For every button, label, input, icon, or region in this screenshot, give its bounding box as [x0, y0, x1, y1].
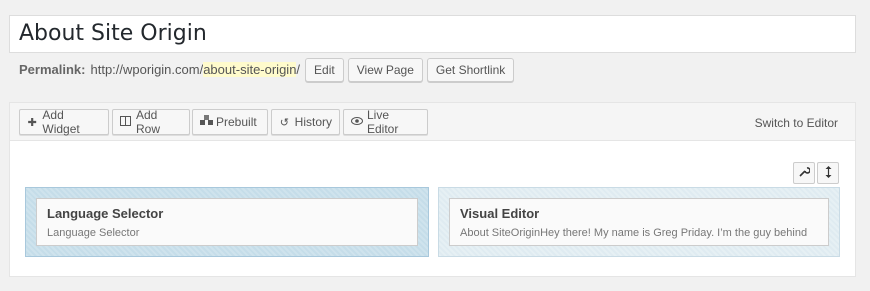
widget-description: Language Selector [47, 227, 140, 239]
widget-language-selector[interactable]: Language Selector Language Selector [36, 198, 418, 246]
layers-icon [200, 115, 213, 129]
widget-visual-editor[interactable]: Visual Editor About SiteOriginHey there!… [449, 198, 829, 246]
widget-title: Language Selector [47, 206, 164, 221]
history-label: History [294, 115, 332, 129]
permalink-label: Permalink: [19, 62, 86, 77]
row-move-button[interactable] [817, 162, 839, 184]
page-builder-toolbar: ✚ Add Widget Add Row Prebuilt ↺ History … [10, 103, 855, 141]
widget-description: About SiteOriginHey there! My name is Gr… [460, 227, 808, 239]
row-cell-1[interactable]: Language Selector Language Selector [25, 187, 429, 257]
row-tools [791, 162, 839, 184]
add-widget-label: Add Widget [42, 108, 80, 136]
live-editor-label: Live Editor [367, 108, 399, 136]
edit-permalink-button[interactable]: Edit [305, 57, 344, 82]
undo-icon: ↺ [279, 116, 289, 129]
switch-to-editor-link[interactable]: Switch to Editor [755, 116, 838, 130]
view-page-button[interactable]: View Page [347, 57, 423, 82]
wrench-icon [798, 166, 811, 180]
add-row-label: Add Row [136, 108, 161, 136]
live-editor-button[interactable]: Live Editor [343, 108, 428, 136]
widget-title: Visual Editor [460, 206, 540, 221]
eye-icon [351, 116, 363, 128]
columns-icon [120, 115, 131, 129]
row-cell-2[interactable]: Visual Editor About SiteOriginHey there!… [438, 187, 840, 257]
add-widget-button[interactable]: ✚ Add Widget [19, 108, 109, 136]
permalink-slug[interactable]: about-site-origin [203, 62, 297, 77]
prebuilt-button[interactable]: Prebuilt [192, 109, 268, 135]
get-shortlink-button[interactable]: Get Shortlink [426, 57, 515, 82]
prebuilt-label: Prebuilt [216, 115, 257, 129]
plus-icon: ✚ [27, 116, 37, 129]
page-builder-panel: ✚ Add Widget Add Row Prebuilt ↺ History … [9, 102, 856, 277]
history-button[interactable]: ↺ History [271, 109, 340, 135]
permalink-trailing-slash: / [296, 62, 301, 77]
vertical-arrows-icon [825, 165, 832, 181]
permalink-row: Permalink: http://wporigin.com/about-sit… [19, 57, 515, 82]
permalink-base-url: http://wporigin.com/ [90, 62, 204, 77]
add-row-button[interactable]: Add Row [112, 108, 190, 136]
row-settings-button[interactable] [793, 162, 815, 184]
post-title-input[interactable]: About Site Origin [9, 15, 856, 53]
